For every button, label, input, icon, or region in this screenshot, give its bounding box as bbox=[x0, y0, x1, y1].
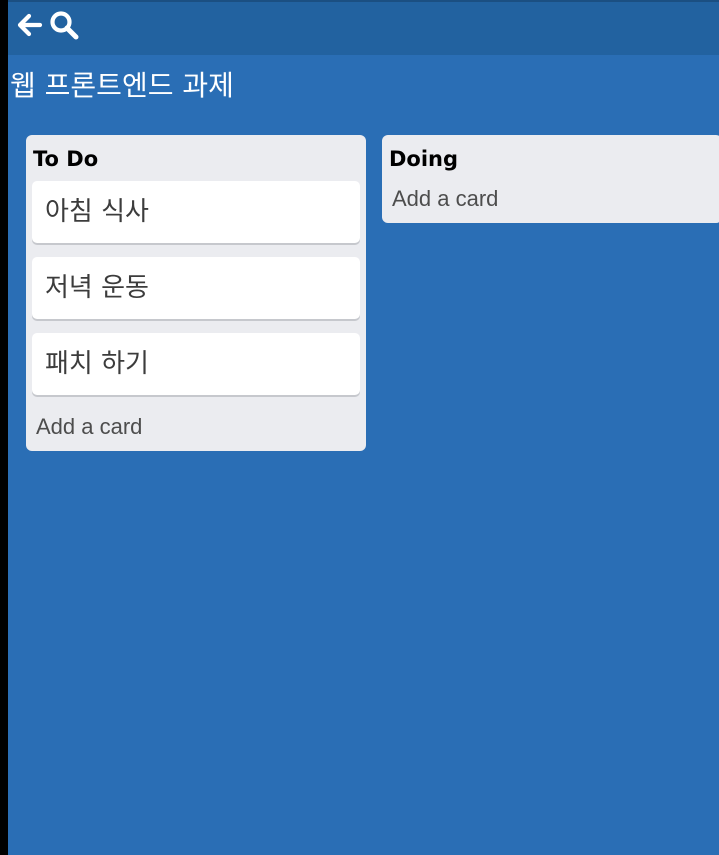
search-icon[interactable] bbox=[48, 10, 79, 40]
card[interactable]: 아침 식사 bbox=[32, 181, 360, 243]
card[interactable]: 패치 하기 bbox=[32, 333, 360, 395]
card[interactable]: 저녁 운동 bbox=[32, 257, 360, 319]
list-doing: Doing Add a card bbox=[382, 135, 719, 223]
back-arrow-icon[interactable] bbox=[14, 10, 44, 40]
board-app: 웹 프론트엔드 과제 To Do 아침 식사 저녁 운동 패치 하기 Add a… bbox=[8, 0, 719, 855]
top-bar bbox=[8, 0, 719, 55]
add-card-button[interactable]: Add a card bbox=[36, 413, 142, 441]
list-todo: To Do 아침 식사 저녁 운동 패치 하기 Add a card bbox=[26, 135, 366, 451]
list-title[interactable]: To Do bbox=[33, 145, 98, 173]
add-card-button[interactable]: Add a card bbox=[392, 185, 498, 213]
board-title: 웹 프론트엔드 과제 bbox=[10, 69, 234, 102]
list-title[interactable]: Doing bbox=[389, 145, 458, 173]
